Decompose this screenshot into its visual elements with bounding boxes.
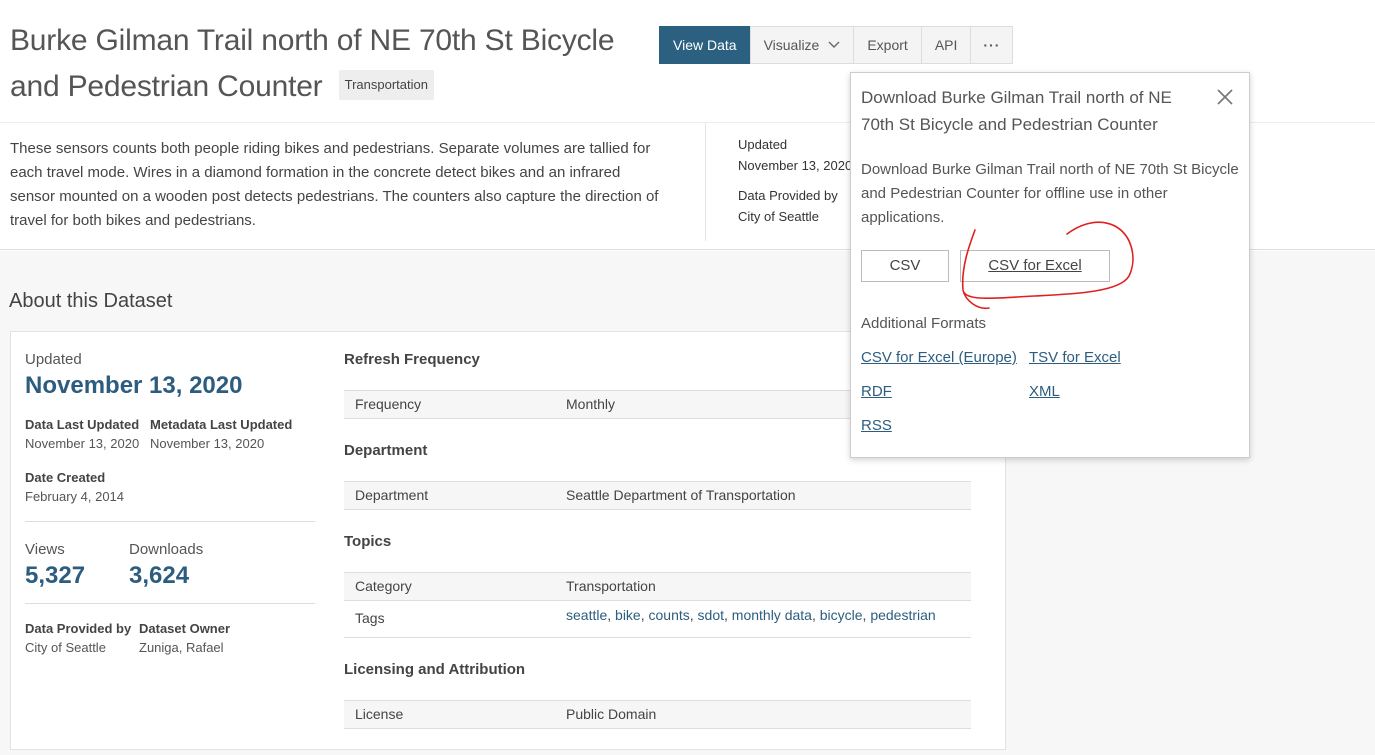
tags-key: Tags <box>355 610 385 626</box>
department-value: Seattle Department of Transportation <box>566 487 796 503</box>
table-row: Department Seattle Department of Transpo… <box>344 481 971 510</box>
more-actions-button[interactable]: ··· <box>970 26 1014 64</box>
tag-link[interactable]: bicycle <box>820 607 863 623</box>
side-updated-label: Updated <box>738 137 788 152</box>
additional-formats-label: Additional Formats <box>861 315 987 332</box>
downloads-label: Downloads <box>129 541 204 558</box>
export-button[interactable]: Export <box>853 26 922 64</box>
department-key: Department <box>355 487 429 503</box>
frequency-key: Frequency <box>355 396 422 412</box>
provided-by-label: Data Provided by <box>25 621 132 636</box>
views-value: 5,327 <box>25 562 86 589</box>
date-created-value: February 4, 2014 <box>25 489 125 504</box>
side-provided-value: City of Seattle <box>738 209 819 224</box>
chevron-down-icon <box>828 41 840 48</box>
tag-link[interactable]: pedestrian <box>870 607 935 623</box>
side-provided-label: Data Provided by <box>738 188 838 203</box>
table-row: License Public Domain <box>344 700 971 729</box>
category-tag[interactable]: Transportation <box>338 70 434 101</box>
dataset-title: Burke Gilman Trail north of NE 70th St B… <box>10 24 615 103</box>
tags-list: seattle, bike, counts, sdot, monthly dat… <box>566 607 936 623</box>
data-last-updated-value: November 13, 2020 <box>25 436 140 451</box>
licensing-heading: Licensing and Attribution <box>344 661 526 678</box>
category-value: Transportation <box>566 578 656 594</box>
table-row: Tags seattle, bike, counts, sdot, monthl… <box>344 600 971 638</box>
updated-value: November 13, 2020 <box>25 372 243 399</box>
action-toolbar: View Data Visualize Export API ··· <box>659 26 1014 64</box>
topics-heading: Topics <box>344 533 392 550</box>
data-last-updated-label: Data Last Updated <box>25 417 140 432</box>
tag-link[interactable]: counts <box>649 607 690 623</box>
provided-by-value: City of Seattle <box>25 640 106 655</box>
annotation-circle <box>961 221 1134 310</box>
table-row: Category Transportation <box>344 572 971 601</box>
downloads-value: 3,624 <box>129 562 190 589</box>
tag-link[interactable]: monthly data <box>732 607 812 623</box>
visualize-button[interactable]: Visualize <box>749 26 855 64</box>
metadata-last-updated-label: Metadata Last Updated <box>150 417 293 432</box>
close-icon[interactable] <box>1215 87 1235 107</box>
divider <box>705 123 706 241</box>
dataset-owner-label: Dataset Owner <box>139 621 231 636</box>
tag-link[interactable]: sdot <box>698 607 724 623</box>
tsv-excel-link[interactable]: TSV for Excel <box>1029 349 1121 366</box>
dataset-description: These sensors counts both people riding … <box>10 140 659 229</box>
category-key: Category <box>355 578 412 594</box>
rdf-link[interactable]: RDF <box>861 383 892 400</box>
view-data-button[interactable]: View Data <box>659 26 751 64</box>
csv-excel-europe-link[interactable]: CSV for Excel (Europe) <box>861 349 1017 366</box>
about-heading: About this Dataset <box>9 290 173 312</box>
frequency-value: Monthly <box>566 396 616 412</box>
divider <box>25 521 315 522</box>
rss-link[interactable]: RSS <box>861 417 892 434</box>
license-value: Public Domain <box>566 706 657 722</box>
views-label: Views <box>25 541 65 558</box>
tag-link[interactable]: seattle <box>566 607 607 623</box>
tag-link[interactable]: bike <box>615 607 641 623</box>
api-button[interactable]: API <box>920 26 972 64</box>
popup-title: Download Burke Gilman Trail north of NE … <box>861 88 1172 134</box>
visualize-label: Visualize <box>763 37 820 53</box>
metadata-last-updated-value: November 13, 2020 <box>150 436 265 451</box>
license-key: License <box>355 706 404 722</box>
department-heading: Department <box>344 442 428 459</box>
date-created-label: Date Created <box>25 470 106 485</box>
refresh-frequency-heading: Refresh Frequency <box>344 351 480 368</box>
csv-download-button[interactable]: CSV <box>861 250 949 282</box>
xml-link[interactable]: XML <box>1029 383 1060 400</box>
dataset-owner-value: Zuniga, Rafael <box>139 640 224 655</box>
divider <box>25 603 315 604</box>
page-title: Burke Gilman Trail north of NE 70th St B… <box>10 18 650 110</box>
updated-label: Updated <box>25 351 82 368</box>
side-updated-value: November 13, 2020 <box>738 158 853 173</box>
